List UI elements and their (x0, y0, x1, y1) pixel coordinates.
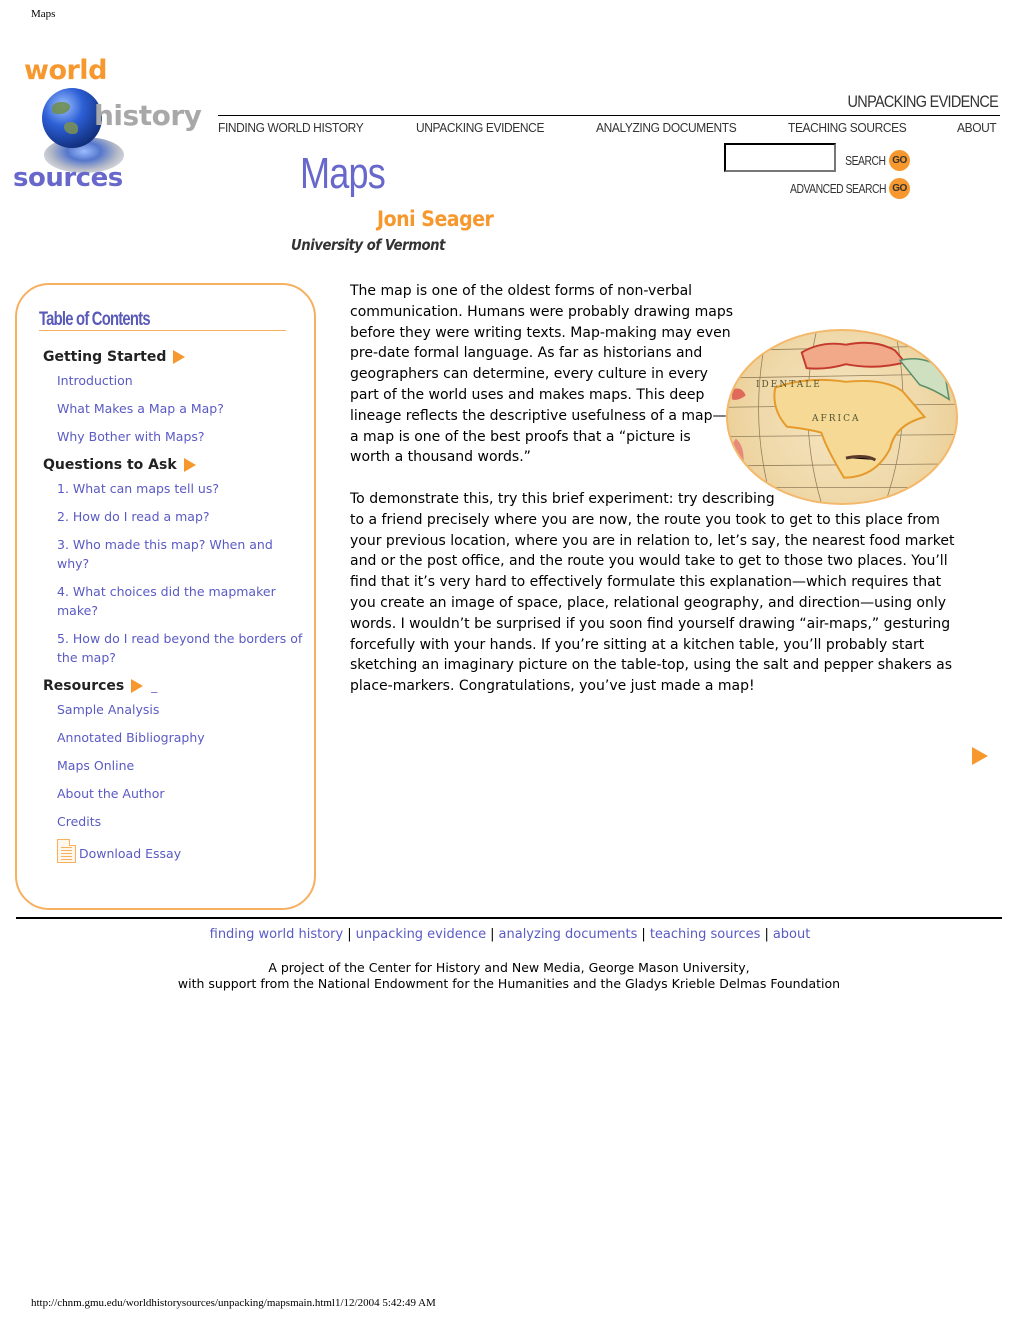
toc-link-question-3[interactable]: 3. Who made this map? When and why? (57, 535, 303, 573)
document-icon[interactable] (57, 839, 76, 863)
footer-separator: | (641, 927, 646, 942)
toc-link-question-5[interactable]: 5. How do I read beyond the borders of t… (57, 629, 303, 667)
logo-world-text: world (24, 55, 107, 86)
toc-heading-questions-to-ask[interactable]: Questions to Ask (43, 455, 303, 475)
download-essay-link[interactable]: Download Essay (79, 844, 181, 863)
essay-content: IDENTALE AFRICA The map is one of the ol… (350, 281, 970, 718)
toc-link-question-4[interactable]: 4. What choices did the mapmaker make? (57, 582, 303, 620)
map-label-africa: AFRICA (812, 414, 861, 424)
advanced-search-label[interactable]: ADVANCED SEARCH (790, 181, 887, 196)
toc-link-question-1[interactable]: 1. What can maps tell us? (57, 479, 303, 498)
top-nav: FINDING WORLD HISTORY UNPACKING EVIDENCE… (218, 120, 1000, 135)
section-title: UNPACKING EVIDENCE (847, 92, 999, 111)
toc-list: Getting Started Introduction What Makes … (43, 345, 303, 863)
paragraph-text: The map is one of the oldest forms of no… (350, 283, 734, 466)
footer-separator: | (347, 927, 352, 942)
author-name: Joni Seager (377, 207, 494, 231)
footer-separator: | (764, 927, 769, 942)
advanced-search-go-button[interactable]: GO (889, 178, 910, 199)
footer-link-finding-world-history[interactable]: finding world history (210, 927, 344, 942)
arrow-right-icon[interactable] (173, 350, 186, 364)
toc-link-what-makes-a-map[interactable]: What Makes a Map a Map? (57, 399, 303, 418)
print-header: Maps (31, 8, 56, 20)
logo-history-text: history (94, 99, 202, 132)
footer-link-teaching-sources[interactable]: teaching sources (650, 927, 761, 942)
toc-link-introduction[interactable]: Introduction (57, 371, 303, 390)
toc-divider (39, 330, 286, 331)
top-nav-unpacking-evidence[interactable]: UNPACKING EVIDENCE (416, 120, 544, 135)
next-page-arrow-icon[interactable] (972, 747, 988, 765)
footer-separator: | (490, 927, 495, 942)
search-go-button[interactable]: GO (889, 150, 910, 171)
credit-line-1: A project of the Center for History and … (268, 960, 750, 975)
essay-paragraph: To demonstrate this, try this brief expe… (350, 490, 955, 695)
toc-link-question-2[interactable]: 2. How do I read a map? (57, 507, 303, 526)
credit-line-2: with support from the National Endowment… (177, 976, 841, 991)
site-logo[interactable]: world history sources (10, 55, 220, 205)
page-title: Maps (300, 149, 386, 198)
footer-nav: finding world history | unpacking evidence… (0, 927, 1020, 942)
download-essay[interactable]: Download Essay (57, 839, 303, 863)
toc-heading-resources[interactable]: Resources _ (43, 676, 303, 696)
resources-underscore-link[interactable]: _ (151, 679, 157, 693)
top-nav-finding-world-history[interactable]: FINDING WORLD HISTORY (218, 120, 364, 135)
toc-link-sample-analysis[interactable]: Sample Analysis (57, 700, 303, 719)
footer-divider (16, 917, 1002, 919)
project-credit: A project of the Center for History and … (0, 960, 1018, 992)
print-footer-url: http://chnm.gmu.edu/worldhistorysources/… (31, 1297, 436, 1309)
top-nav-about[interactable]: ABOUT (957, 120, 997, 135)
toc-heading-getting-started[interactable]: Getting Started (43, 347, 303, 367)
top-nav-analyzing-documents[interactable]: ANALYZING DOCUMENTS (596, 120, 737, 135)
search-label: SEARCH (845, 153, 887, 168)
top-nav-teaching-sources[interactable]: TEACHING SOURCES (788, 120, 907, 135)
footer-link-analyzing-documents[interactable]: analyzing documents (499, 927, 638, 942)
antique-map-image: IDENTALE AFRICA (726, 329, 958, 505)
toc-heading-label: Questions to Ask (43, 457, 177, 473)
toc-title: Table of Contents (39, 309, 151, 330)
toc-heading-label: Resources (43, 678, 125, 694)
logo-sources-text: sources (13, 163, 123, 193)
toc-link-credits[interactable]: Credits (57, 812, 303, 831)
search-input[interactable] (724, 143, 836, 172)
map-label-occidentale: IDENTALE (756, 380, 822, 390)
toc-link-why-bother[interactable]: Why Bother with Maps? (57, 427, 303, 446)
globe-icon (42, 88, 102, 148)
table-of-contents: Table of Contents Getting Started Introd… (15, 283, 316, 910)
footer-link-unpacking-evidence[interactable]: unpacking evidence (356, 927, 487, 942)
arrow-right-icon[interactable] (183, 458, 196, 472)
toc-heading-label: Getting Started (43, 349, 167, 365)
toc-link-maps-online[interactable]: Maps Online (57, 756, 303, 775)
essay-paragraph: IDENTALE AFRICA The map is one of the ol… (350, 281, 970, 505)
footer-link-about[interactable]: about (773, 927, 811, 942)
arrow-right-icon[interactable] (131, 679, 144, 693)
toc-link-annotated-bibliography[interactable]: Annotated Bibliography (57, 728, 303, 747)
top-nav-divider (218, 115, 1000, 116)
author-affiliation: University of Vermont (291, 236, 446, 254)
toc-link-about-the-author[interactable]: About the Author (57, 784, 303, 803)
